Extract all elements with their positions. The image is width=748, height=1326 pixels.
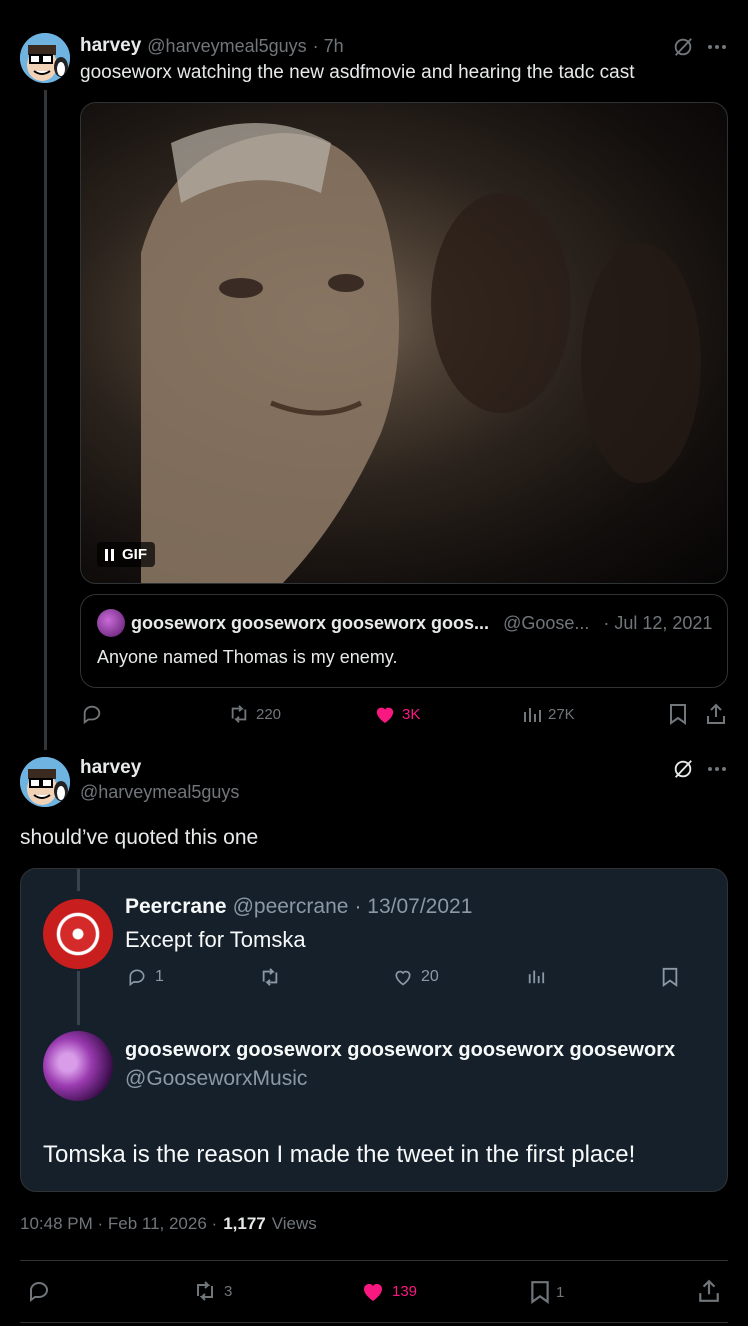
heart-filled-icon bbox=[376, 707, 394, 724]
like-button[interactable]: 3K bbox=[374, 704, 420, 724]
quoted-date: · Jul 12, 2021 bbox=[603, 612, 713, 633]
share-icon[interactable] bbox=[696, 1278, 722, 1304]
reply-icon[interactable] bbox=[26, 1278, 52, 1304]
reply-bookmark-stat bbox=[661, 967, 679, 987]
reply-icon bbox=[129, 969, 145, 987]
like-button[interactable]: 139 bbox=[360, 1280, 417, 1302]
retweet-icon bbox=[231, 705, 247, 723]
retweet-icon bbox=[262, 968, 278, 986]
retweet-button[interactable]: 220 bbox=[228, 704, 281, 724]
divider bbox=[20, 1260, 728, 1261]
author-handle[interactable]: @harveymeal5guys bbox=[80, 782, 239, 803]
quoted-author-name: gooseworx gooseworx gooseworx goos... bbox=[131, 612, 490, 633]
tweet-meta: 10:48 PM · Feb 11, 2026 · 1,177 Views bbox=[20, 1214, 317, 1234]
retweet-count: 3 bbox=[224, 1282, 233, 1300]
main-text: Tomska is the reason I made the tweet in… bbox=[43, 1141, 636, 1168]
thread-line-bottom bbox=[77, 971, 80, 1025]
main-author-name: gooseworx gooseworx gooseworx gooseworx … bbox=[125, 1039, 676, 1061]
share-icon[interactable] bbox=[704, 702, 728, 726]
thread-line-top bbox=[77, 869, 80, 891]
grok-icon[interactable] bbox=[670, 756, 696, 782]
author-name[interactable]: harvey bbox=[80, 757, 141, 779]
tweet-header: harvey @harveymeal5guys · 7h bbox=[80, 35, 344, 57]
gif-badge[interactable]: GIF bbox=[97, 542, 155, 567]
more-options-icon[interactable] bbox=[704, 34, 730, 60]
reply-views-stat bbox=[527, 967, 545, 985]
like-count: 139 bbox=[392, 1282, 418, 1300]
reply-reply-stat: 1 bbox=[127, 967, 164, 987]
retweet-button[interactable]: 3 bbox=[192, 1280, 232, 1302]
bookmark-icon[interactable] bbox=[666, 702, 690, 726]
heart-filled-icon bbox=[364, 1284, 382, 1301]
gif-label: GIF bbox=[122, 546, 147, 563]
views-total: 1,177 bbox=[223, 1214, 266, 1233]
reply-author-handle: @peercrane bbox=[232, 895, 349, 918]
main-author-handle: @GooseworxMusic bbox=[125, 1067, 308, 1090]
reply-like-stat: 20 bbox=[393, 967, 439, 987]
quoted-avatar bbox=[97, 609, 125, 637]
heart-icon bbox=[395, 970, 411, 986]
reply-date: · 13/07/2021 bbox=[354, 895, 473, 918]
grok-icon[interactable] bbox=[670, 34, 696, 60]
avatar[interactable] bbox=[20, 33, 70, 83]
views-icon bbox=[524, 708, 541, 722]
quoted-text: Anyone named Thomas is my enemy. bbox=[97, 647, 398, 667]
views-button[interactable]: 27K bbox=[522, 704, 575, 724]
reply-icon[interactable] bbox=[80, 702, 104, 726]
peercrane-avatar bbox=[43, 899, 113, 969]
gif-media[interactable]: GIF bbox=[80, 102, 728, 584]
bookmark-icon bbox=[662, 967, 678, 987]
tweet-text: gooseworx watching the new asdfmovie and… bbox=[80, 62, 635, 83]
like-count: 3K bbox=[402, 705, 421, 723]
attached-screenshot[interactable]: Peercrane @peercrane · 13/07/2021 Except… bbox=[20, 868, 728, 1192]
quoted-tweet[interactable]: gooseworx gooseworx gooseworx goos... @G… bbox=[80, 594, 728, 688]
divider bbox=[20, 1322, 728, 1323]
reply-retweet-stat bbox=[259, 967, 281, 987]
author-name[interactable]: harvey bbox=[80, 35, 141, 57]
bookmark-count: 1 bbox=[556, 1283, 565, 1301]
reply-author-name: Peercrane bbox=[125, 895, 227, 918]
gooseworx-avatar bbox=[43, 1031, 113, 1101]
timestamp[interactable]: 10:48 PM · Feb 11, 2026 · bbox=[20, 1214, 217, 1234]
avatar[interactable] bbox=[20, 757, 70, 807]
reply-count: 1 bbox=[155, 968, 164, 985]
views-icon bbox=[528, 970, 545, 984]
retweet-icon bbox=[197, 1281, 213, 1301]
reply-header: Peercrane @peercrane · 13/07/2021 bbox=[125, 895, 472, 919]
bookmark-button[interactable]: 1 bbox=[530, 1280, 564, 1304]
quoted-author-handle: @Goose... bbox=[503, 612, 590, 633]
author-handle[interactable]: @harveymeal5guys bbox=[147, 36, 306, 57]
tweet-text: should’ve quoted this one bbox=[20, 826, 259, 849]
views-label: Views bbox=[271, 1214, 317, 1233]
tweet-time[interactable]: · 7h bbox=[313, 36, 344, 57]
thread-connector bbox=[44, 90, 47, 750]
reply-text: Except for Tomska bbox=[125, 927, 306, 952]
pause-icon[interactable] bbox=[105, 548, 114, 561]
views-count: 27K bbox=[548, 705, 575, 723]
bookmark-icon bbox=[531, 1281, 549, 1304]
reply-like-count: 20 bbox=[421, 968, 439, 985]
quoted-header: gooseworx gooseworx gooseworx goos... @G… bbox=[97, 609, 712, 637]
more-options-icon[interactable] bbox=[704, 756, 730, 782]
retweet-count: 220 bbox=[256, 705, 282, 723]
